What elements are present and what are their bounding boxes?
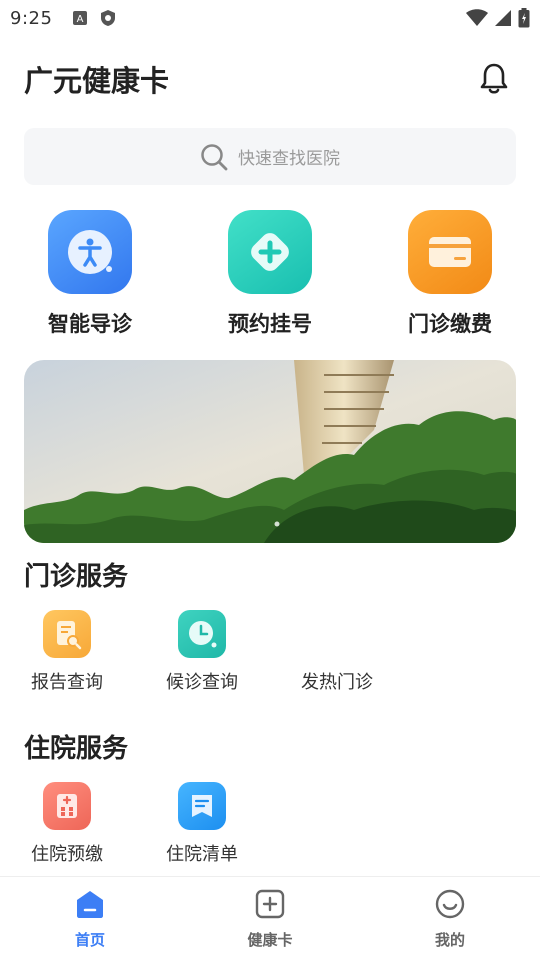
battery-icon [518, 8, 530, 28]
tab-label: 健康卡 [247, 931, 293, 949]
status-bar: 9:25 A [0, 0, 540, 36]
add-card-icon [255, 889, 285, 919]
service-inpatient-list[interactable]: 住院清单 [147, 782, 257, 866]
service-fever-clinic[interactable]: 发热门诊 [282, 610, 392, 694]
service-label: 住院清单 [166, 844, 238, 865]
quick-action-appointment[interactable]: 预约挂号 [210, 210, 330, 338]
svg-text:A: A [77, 14, 84, 25]
report-search-icon [43, 610, 91, 658]
quick-action-payment[interactable]: 门诊缴费 [390, 210, 510, 338]
signal-icon [495, 10, 511, 26]
service-report-query[interactable]: 报告查询 [12, 610, 122, 694]
shield-icon [101, 10, 116, 26]
medical-cross-icon [228, 210, 312, 294]
section-title-outpatient: 门诊服务 [24, 562, 129, 592]
smile-icon [435, 889, 465, 919]
service-label: 报告查询 [31, 672, 103, 693]
bell-icon [480, 63, 508, 94]
tab-label: 首页 [74, 931, 105, 949]
page-title: 广元健康卡 [24, 64, 170, 98]
tab-health-card[interactable]: 健康卡 [225, 889, 315, 950]
quick-action-smart-guide[interactable]: 智能导诊 [30, 210, 150, 338]
hospital-icon [43, 782, 91, 830]
bottom-tab-bar: 首页 健康卡 我的 [0, 876, 540, 960]
service-waiting-query[interactable]: 候诊查询 [147, 610, 257, 694]
service-label: 候诊查询 [166, 672, 238, 693]
service-label: 发热门诊 [301, 672, 373, 693]
app-notification-icon: A [73, 11, 88, 25]
wifi-icon [466, 9, 488, 26]
banner-image [24, 360, 516, 543]
search-bar[interactable]: 快速查找医院 [24, 128, 516, 185]
notification-button[interactable] [478, 62, 510, 96]
section-title-inpatient: 住院服务 [24, 734, 129, 764]
tab-label: 我的 [434, 931, 465, 949]
clock-icon [178, 610, 226, 658]
search-icon [201, 143, 228, 170]
accessibility-icon [48, 210, 132, 294]
quick-action-label: 预约挂号 [228, 312, 312, 336]
tab-mine[interactable]: 我的 [405, 889, 495, 950]
status-time: 9:25 [10, 7, 53, 29]
list-icon [178, 782, 226, 830]
fever-clinic-icon [313, 610, 361, 658]
service-label: 住院预缴 [31, 844, 103, 865]
search-placeholder: 快速查找医院 [238, 149, 340, 169]
quick-action-label: 智能导诊 [48, 312, 132, 336]
promo-banner[interactable] [24, 360, 516, 543]
home-icon [77, 891, 103, 918]
card-icon [408, 210, 492, 294]
tab-home[interactable]: 首页 [45, 889, 135, 950]
service-prepayment[interactable]: 住院预缴 [12, 782, 122, 866]
quick-action-label: 门诊缴费 [408, 312, 492, 336]
